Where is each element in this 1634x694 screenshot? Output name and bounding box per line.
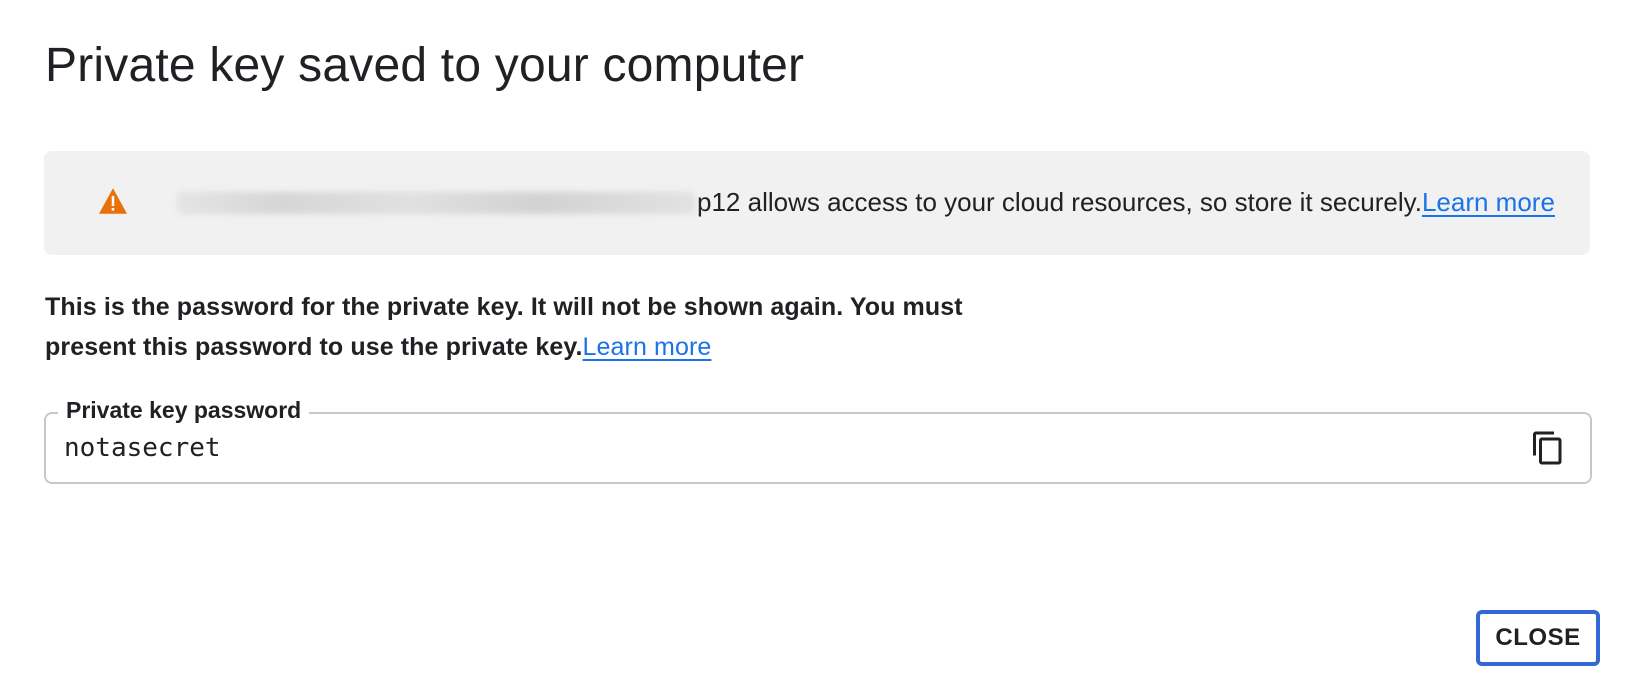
- warning-message: p12 allows access to your cloud resource…: [177, 187, 1555, 218]
- warning-text: p12 allows access to your cloud resource…: [697, 187, 1422, 217]
- warning-icon: [99, 188, 127, 214]
- banner-learn-more-link[interactable]: Learn more: [1422, 187, 1555, 218]
- dialog-title: Private key saved to your computer: [45, 39, 805, 92]
- private-key-password-field: Private key password: [44, 397, 1592, 484]
- redacted-file-name: [177, 192, 695, 214]
- private-key-dialog: Private key saved to your computer p12 a…: [0, 0, 1634, 694]
- password-field-label: Private key password: [58, 397, 310, 424]
- description-text: This is the password for the private key…: [45, 293, 963, 361]
- description-learn-more-link[interactable]: Learn more: [583, 333, 712, 361]
- warning-banner: p12 allows access to your cloud resource…: [44, 151, 1590, 255]
- close-button[interactable]: CLOSE: [1476, 610, 1600, 666]
- copy-icon[interactable]: [1530, 430, 1566, 466]
- password-input[interactable]: [64, 433, 1464, 463]
- password-description: This is the password for the private key…: [45, 287, 1045, 367]
